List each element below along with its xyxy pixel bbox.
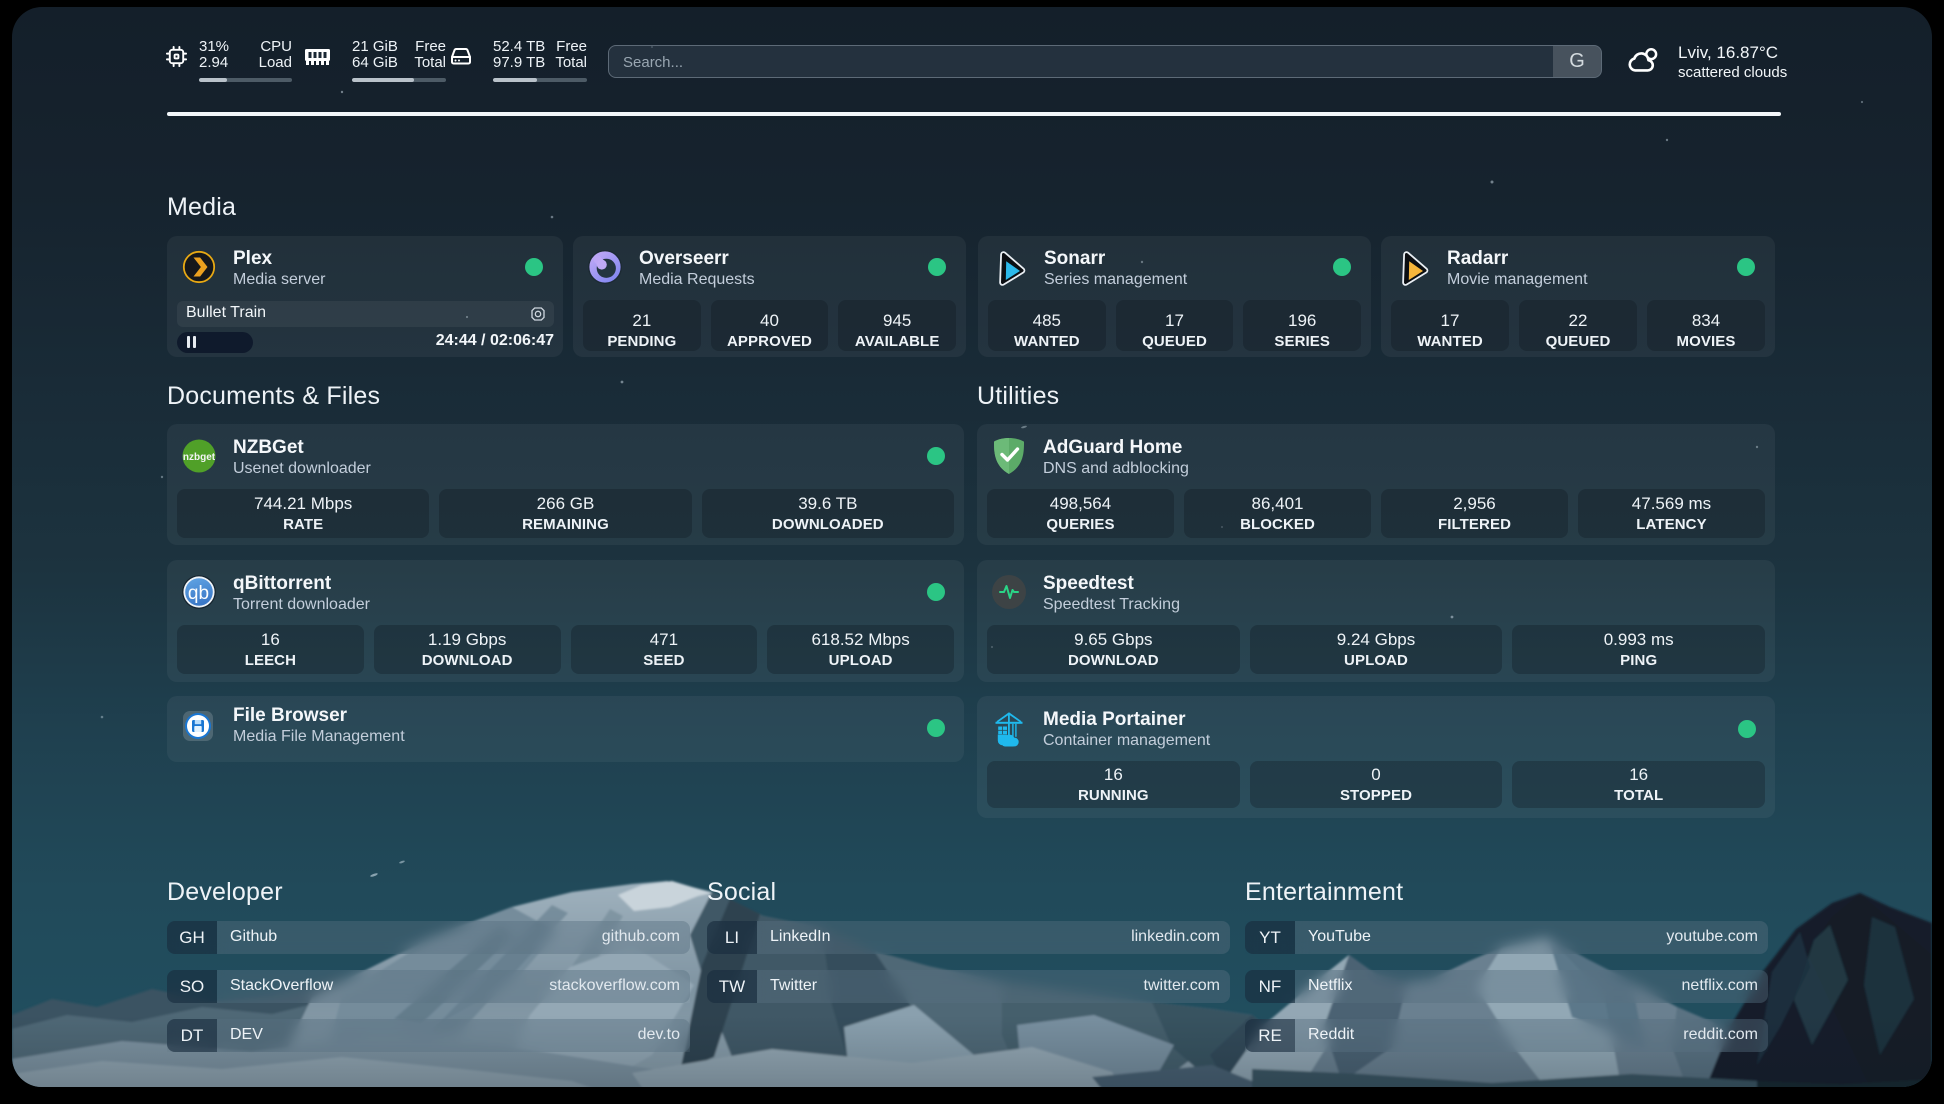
svg-text:nzbget: nzbget bbox=[183, 452, 216, 463]
svg-text:qb: qb bbox=[188, 583, 209, 604]
